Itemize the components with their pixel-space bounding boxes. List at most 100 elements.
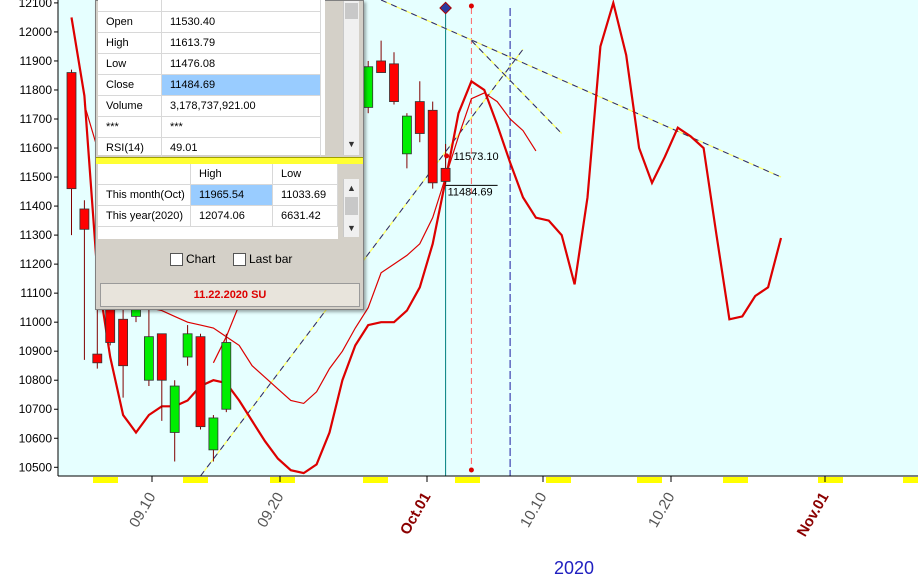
row-value: 11613.79 bbox=[161, 32, 321, 54]
year-label: 2020 bbox=[554, 558, 594, 578]
row-value: 11530.40 bbox=[161, 11, 321, 33]
candle-body bbox=[389, 63, 399, 102]
axis-stripe bbox=[183, 477, 208, 483]
candle-body bbox=[401, 115, 412, 155]
ohlc-row: Low 11476.08 bbox=[98, 53, 321, 75]
checkbox-icon[interactable] bbox=[170, 253, 183, 267]
x-tick-label: 10.10 bbox=[517, 490, 550, 531]
range-low: 6631.42 bbox=[272, 205, 338, 227]
last-bar-checkbox[interactable]: Last bar bbox=[233, 252, 292, 267]
ohlc-row: Open 11530.40 bbox=[98, 11, 321, 33]
axis-stripe bbox=[270, 477, 295, 483]
candle-body bbox=[182, 333, 193, 358]
row-value: 11476.08 bbox=[161, 53, 321, 75]
row-value: 11484.69 bbox=[161, 74, 321, 96]
range-row: This year(2020) 12074.06 6631.42 bbox=[98, 205, 338, 227]
axis-stripe bbox=[903, 477, 918, 483]
candle-body bbox=[195, 336, 206, 428]
range-table: High Low This month(Oct) 11965.54 11033.69… bbox=[98, 164, 338, 239]
range-label: This month(Oct) bbox=[98, 184, 192, 206]
candle-body bbox=[363, 66, 374, 108]
ohlc-row: High 11613.79 bbox=[98, 32, 321, 54]
range-header-high: High bbox=[190, 164, 273, 185]
y-tick-label: 11000 bbox=[20, 315, 53, 329]
candle-body bbox=[92, 353, 103, 364]
x-tick-label: Oct.01 bbox=[397, 490, 435, 538]
candle-body bbox=[143, 336, 154, 381]
y-axis: 10500 10600 10700 10800 10900 11000 11100 11200… bbox=[19, 0, 59, 476]
row-label: Low bbox=[98, 53, 162, 75]
y-tick-label: 11900 bbox=[20, 54, 53, 68]
divider-bar[interactable] bbox=[96, 157, 363, 164]
x-tick-label: Nov.01 bbox=[794, 490, 833, 540]
y-tick-label: 12000 bbox=[19, 25, 53, 39]
axis-stripe bbox=[455, 477, 480, 483]
ohlc-row: *** *** bbox=[98, 116, 321, 138]
row-value: *** bbox=[161, 116, 321, 138]
y-tick-label: 11300 bbox=[20, 228, 53, 242]
axis-stripe bbox=[546, 477, 571, 483]
y-tick-label: 11400 bbox=[20, 199, 53, 213]
y-tick-label: 10500 bbox=[19, 460, 53, 474]
candle-body bbox=[66, 72, 77, 190]
ohlc-row: Volume 3,178,737,921.00 bbox=[98, 95, 321, 117]
x-axis: 09.10 09.20 Oct.01 10.10 10.20 Nov.01 bbox=[58, 475, 918, 540]
candle-body bbox=[440, 167, 451, 182]
ohlc-row: RSI(14) 49.01 bbox=[98, 137, 321, 159]
scroll-up-icon[interactable]: ▲ bbox=[344, 183, 359, 193]
row-label: *** bbox=[98, 116, 162, 138]
ohlc-table: Open 11530.40 High 11613.79 Low 11476.08 Close… bbox=[98, 0, 325, 159]
y-tick-label: 10900 bbox=[19, 344, 53, 358]
y-tick-label: 10800 bbox=[19, 373, 53, 387]
candle-body bbox=[156, 333, 167, 381]
axis-stripe bbox=[93, 477, 118, 483]
row-label: High bbox=[98, 32, 162, 54]
ohlc-scrollbar[interactable]: ▼ bbox=[343, 1, 359, 155]
scroll-thumb[interactable] bbox=[345, 197, 358, 215]
y-tick-label: 10600 bbox=[19, 431, 53, 445]
y-tick-label: 10700 bbox=[19, 402, 53, 416]
price-dot bbox=[444, 153, 450, 159]
y-tick-label: 11500 bbox=[20, 170, 53, 184]
y-tick-label: 11200 bbox=[20, 257, 53, 271]
scroll-down-icon[interactable]: ▼ bbox=[344, 223, 359, 233]
row-label: Volume bbox=[98, 95, 162, 117]
candle-body bbox=[414, 101, 425, 134]
chart-checkbox[interactable]: Chart bbox=[170, 252, 215, 267]
scroll-thumb[interactable] bbox=[345, 3, 358, 19]
axis-stripe bbox=[818, 477, 843, 483]
row-label: Open bbox=[98, 11, 162, 33]
checkbox-icon[interactable] bbox=[233, 253, 246, 267]
y-tick-label: 11100 bbox=[20, 286, 52, 300]
row-value: 3,178,737,921.00 bbox=[161, 95, 321, 117]
y-tick-label: 12100 bbox=[19, 0, 53, 10]
candle-body bbox=[376, 60, 387, 73]
x-tick-label: 09.10 bbox=[126, 490, 159, 531]
range-row: This month(Oct) 11965.54 11033.69 bbox=[98, 184, 338, 206]
row-value: 49.01 bbox=[161, 137, 321, 159]
x-tick-label: 09.20 bbox=[254, 490, 287, 531]
candle-body bbox=[118, 318, 128, 367]
y-tick-label: 11600 bbox=[20, 141, 53, 155]
ohlc-row: Close 11484.69 bbox=[98, 74, 321, 96]
range-high: 11965.54 bbox=[190, 184, 273, 206]
range-high: 12074.06 bbox=[190, 205, 273, 227]
scroll-down-icon[interactable]: ▼ bbox=[344, 139, 359, 149]
axis-stripe bbox=[723, 477, 748, 483]
candle-body bbox=[427, 109, 438, 184]
candle-body bbox=[79, 208, 90, 230]
range-header-low: Low bbox=[272, 164, 338, 185]
price-label: 11573.10 bbox=[454, 151, 499, 163]
axis-stripe bbox=[637, 477, 662, 483]
range-scrollbar[interactable]: ▲ ▼ bbox=[343, 179, 359, 237]
candle-body bbox=[208, 417, 219, 451]
y-tick-label: 11700 bbox=[20, 112, 53, 126]
candle-body bbox=[169, 385, 180, 433]
x-tick-label: 10.20 bbox=[645, 490, 678, 531]
y-tick-label: 11800 bbox=[20, 83, 53, 97]
date-display: 11.22.2020 SU bbox=[100, 283, 360, 307]
row-label: RSI(14) bbox=[98, 137, 162, 159]
data-window-panel[interactable]: Open 11530.40 High 11613.79 Low 11476.08 Close… bbox=[95, 0, 364, 310]
row-label: Close bbox=[98, 74, 162, 96]
range-low: 11033.69 bbox=[272, 184, 338, 206]
